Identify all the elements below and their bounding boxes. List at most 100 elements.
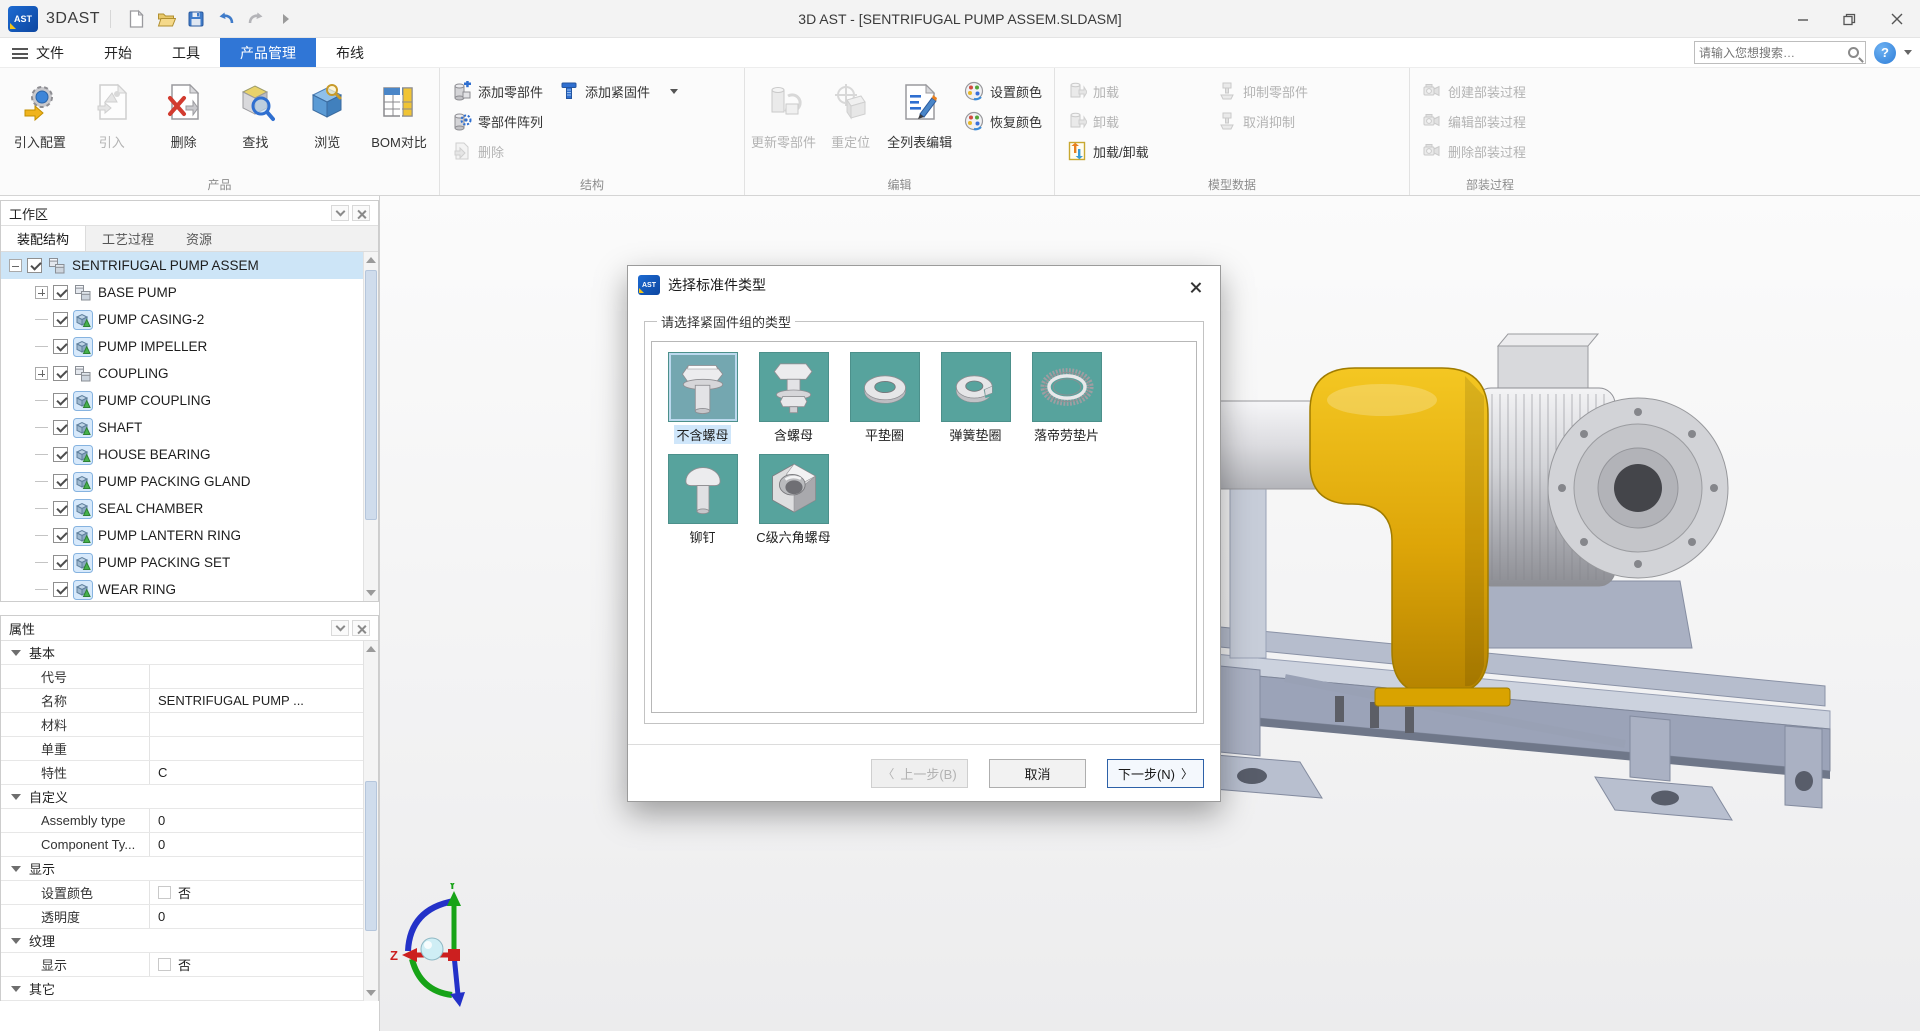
minimize-button[interactable] [1779, 0, 1826, 38]
visibility-checkbox[interactable] [53, 393, 68, 408]
scroll-down-icon[interactable] [366, 990, 376, 996]
property-row[interactable]: 设置颜色否 [1, 881, 378, 905]
visibility-checkbox[interactable] [53, 555, 68, 570]
fastener-item-spring-washer[interactable]: 弹簧垫圈 [933, 352, 1018, 444]
restore-color-button[interactable]: 恢复颜色 [956, 106, 1050, 136]
browse-button[interactable]: 浏览 [291, 74, 363, 170]
tree-row[interactable]: PUMP IMPELLER [1, 333, 378, 360]
help-button[interactable]: ? [1874, 42, 1896, 64]
delete-button[interactable]: 删除 [148, 74, 220, 170]
property-group[interactable]: 显示 [1, 857, 378, 881]
tree-row[interactable]: HOUSE BEARING [1, 441, 378, 468]
bom-compare-button[interactable]: BOM对比 [363, 74, 435, 170]
fastener-item-with-nut[interactable]: 含螺母 [751, 352, 836, 444]
load-unload-button[interactable]: 加载/卸载 [1059, 136, 1209, 166]
collapse-expander[interactable] [9, 259, 22, 272]
properties-scrollbar[interactable] [363, 641, 378, 1001]
scrollbar-thumb[interactable] [365, 781, 377, 931]
tree-row[interactable]: SENTRIFUGAL PUMP ASSEM [1, 252, 378, 279]
property-row[interactable]: 特性C [1, 761, 378, 785]
value-checkbox[interactable] [158, 886, 171, 899]
property-row[interactable]: Component Ty...0 [1, 833, 378, 857]
full-list-edit-button[interactable]: 全列表编辑 [883, 74, 956, 170]
visibility-checkbox[interactable] [53, 339, 68, 354]
property-row[interactable]: 单重 [1, 737, 378, 761]
hamburger-icon[interactable] [12, 48, 28, 59]
tree-row[interactable]: SEAL CHAMBER [1, 495, 378, 522]
property-row[interactable]: 材料 [1, 713, 378, 737]
close-button[interactable] [1873, 0, 1920, 38]
property-row[interactable]: 名称SENTRIFUGAL PUMP ... [1, 689, 378, 713]
tree-row[interactable]: PUMP PACKING GLAND [1, 468, 378, 495]
value-checkbox[interactable] [158, 958, 171, 971]
fastener-item-rivet[interactable]: 铆钉 [660, 454, 745, 546]
tree-row[interactable]: BASE PUMP [1, 279, 378, 306]
dialog-titlebar[interactable]: AST 选择标准件类型 [628, 266, 1220, 304]
visibility-checkbox[interactable] [27, 258, 42, 273]
fastener-item-nordlock-washer[interactable]: 落帝劳垫片 [1024, 352, 1109, 444]
cancel-button[interactable]: 取消 [989, 759, 1086, 788]
tree-row[interactable]: SHAFT [1, 414, 378, 441]
menu-tab-file[interactable]: 文件 [30, 38, 84, 67]
menu-tab-home[interactable]: 开始 [84, 38, 152, 67]
scroll-up-icon[interactable] [366, 257, 376, 263]
expand-expander[interactable] [35, 367, 48, 380]
undo-button[interactable] [211, 5, 241, 33]
fastener-item-no-nut[interactable]: 不含螺母 [660, 352, 745, 444]
property-group[interactable]: 基本 [1, 641, 378, 665]
property-group[interactable]: 其它 [1, 977, 378, 1001]
search-box[interactable] [1694, 41, 1866, 64]
chevron-down-icon[interactable] [670, 89, 678, 94]
component-array-button[interactable]: 零部件阵列 [444, 106, 551, 136]
visibility-checkbox[interactable] [53, 582, 68, 597]
panel-close-button[interactable] [352, 620, 370, 636]
visibility-checkbox[interactable] [53, 474, 68, 489]
new-document-button[interactable] [121, 5, 151, 33]
tree-row[interactable]: PUMP LANTERN RING [1, 522, 378, 549]
find-button[interactable]: 查找 [219, 74, 291, 170]
panel-collapse-button[interactable] [331, 205, 349, 221]
search-input[interactable] [1699, 46, 1848, 60]
restore-button[interactable] [1826, 0, 1873, 38]
tree-row[interactable]: PUMP COUPLING [1, 387, 378, 414]
next-button[interactable]: 下一步(N)〉 [1107, 759, 1204, 788]
visibility-checkbox[interactable] [53, 285, 68, 300]
tree-scrollbar[interactable] [363, 252, 378, 601]
menu-tab-product-management[interactable]: 产品管理 [220, 38, 316, 67]
tree-row[interactable]: WEAR RING [1, 576, 378, 601]
tree-row[interactable]: PUMP CASING-2 [1, 306, 378, 333]
fastener-item-flat-washer[interactable]: 平垫圈 [842, 352, 927, 444]
property-row[interactable]: 显示否 [1, 953, 378, 977]
visibility-checkbox[interactable] [53, 501, 68, 516]
visibility-checkbox[interactable] [53, 528, 68, 543]
dialog-close-button[interactable] [1180, 270, 1210, 300]
visibility-checkbox[interactable] [53, 447, 68, 462]
scroll-up-icon[interactable] [366, 646, 376, 652]
tree-row[interactable]: COUPLING [1, 360, 378, 387]
property-row[interactable]: Assembly type0 [1, 809, 378, 833]
visibility-checkbox[interactable] [53, 312, 68, 327]
expand-expander[interactable] [35, 286, 48, 299]
scroll-down-icon[interactable] [366, 590, 376, 596]
add-component-button[interactable]: 添加零部件 [444, 76, 551, 106]
open-file-button[interactable] [151, 5, 181, 33]
orientation-triad[interactable]: Y Z [390, 883, 530, 1013]
chevron-down-icon[interactable] [1904, 50, 1912, 55]
property-row[interactable]: 透明度0 [1, 905, 378, 929]
tab-process[interactable]: 工艺过程 [86, 226, 170, 251]
visibility-checkbox[interactable] [53, 366, 68, 381]
panel-close-button[interactable] [352, 205, 370, 221]
property-group[interactable]: 纹理 [1, 929, 378, 953]
visibility-checkbox[interactable] [53, 420, 68, 435]
fastener-item-hex-nut[interactable]: C级六角螺母 [751, 454, 836, 546]
scrollbar-thumb[interactable] [365, 270, 377, 520]
quick-access-expand-button[interactable] [271, 5, 301, 33]
tab-resource[interactable]: 资源 [170, 226, 228, 251]
redo-button[interactable] [241, 5, 271, 33]
menu-tab-routing[interactable]: 布线 [316, 38, 384, 67]
panel-collapse-button[interactable] [331, 620, 349, 636]
import-config-button[interactable]: 引入配置 [4, 74, 76, 170]
property-row[interactable]: 代号 [1, 665, 378, 689]
tree-row[interactable]: PUMP PACKING SET [1, 549, 378, 576]
property-group[interactable]: 自定义 [1, 785, 378, 809]
